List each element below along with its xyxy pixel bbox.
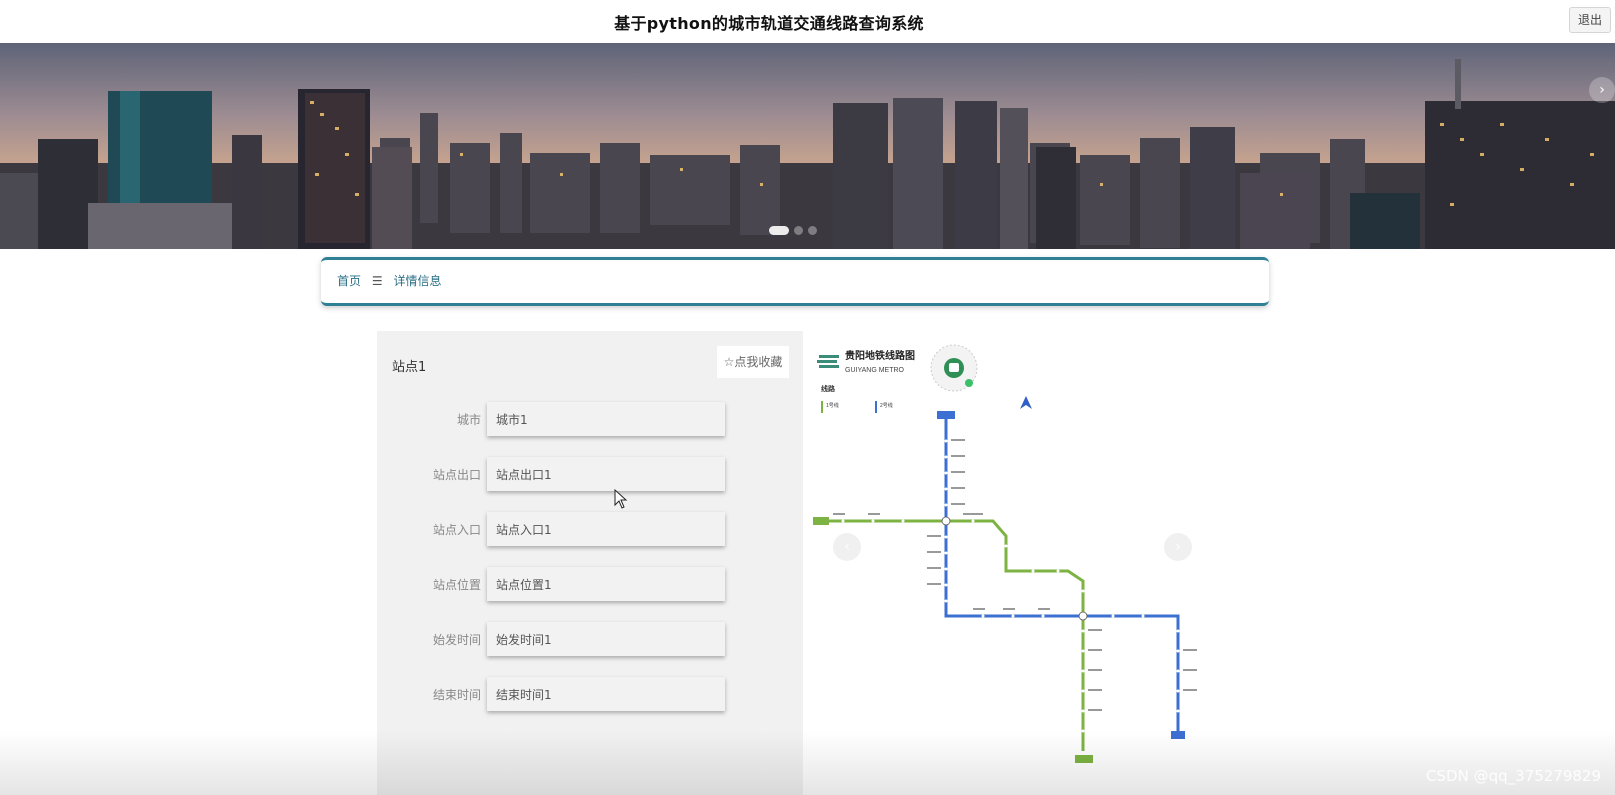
- field-label: 站点入口: [432, 523, 481, 537]
- station-detail-card: 站点1 ☆点我收藏 城市 站点出口 站点入口 站点位置 始发时间 结束时间: [377, 331, 803, 795]
- start-time-field[interactable]: [487, 622, 725, 656]
- station-location-field[interactable]: [487, 567, 725, 601]
- top-header: 基于python的城市轨道交通线路查询系统 退出: [0, 0, 1615, 43]
- field-label: 城市: [456, 413, 481, 427]
- line2-path: [944, 417, 1180, 731]
- map-section-label: 线路: [821, 384, 836, 393]
- field-label: 站点位置: [432, 578, 481, 592]
- map-prev-arrow[interactable]: ‹: [833, 533, 861, 561]
- metro-map-image: 贵阳地铁线路图 GUIYANG METRO 线路 1号线 2号线 ‹ ›: [813, 331, 1213, 795]
- line1-path: [821, 519, 1085, 751]
- map-title-cn: 贵阳地铁线路图: [845, 349, 915, 362]
- banner-dot[interactable]: [808, 226, 817, 235]
- field-label: 结束时间: [432, 688, 481, 702]
- station-exit-field[interactable]: [487, 457, 725, 491]
- city-field[interactable]: [487, 402, 725, 436]
- field-row-exit: 站点出口: [377, 457, 803, 491]
- metro-logo-icon: [817, 355, 839, 368]
- breadcrumb-current: 详情信息: [393, 274, 442, 288]
- field-row-start-time: 始发时间: [377, 622, 803, 656]
- map-next-arrow[interactable]: ›: [1164, 533, 1192, 561]
- qr-code-icon: [930, 344, 978, 392]
- banner-dot[interactable]: [794, 226, 803, 235]
- bottom-fade-overlay: [0, 730, 1615, 795]
- station-title: 站点1: [392, 360, 427, 375]
- legend-line2: 2号线: [880, 402, 893, 409]
- field-row-entrance: 站点入口: [377, 512, 803, 546]
- line1-badge: [813, 517, 829, 525]
- city-skyline-image: [0, 43, 1615, 249]
- metro-map-graphic: 贵阳地铁线路图 GUIYANG METRO 线路 1号线 2号线: [813, 344, 1197, 763]
- breadcrumb: 首页 ☰ 详情信息: [321, 257, 1269, 306]
- banner-indicators: [769, 226, 817, 235]
- field-label: 站点出口: [432, 468, 481, 482]
- map-title-en: GUIYANG METRO: [845, 367, 905, 374]
- end-time-field[interactable]: [487, 677, 725, 711]
- field-row-city: 城市: [377, 402, 803, 436]
- banner-carousel[interactable]: ›: [0, 43, 1615, 249]
- line2-badge: [937, 411, 955, 419]
- breadcrumb-home-link[interactable]: 首页: [337, 274, 361, 288]
- field-row-location: 站点位置: [377, 567, 803, 601]
- banner-next-arrow[interactable]: ›: [1589, 77, 1615, 103]
- banner-dot-active[interactable]: [769, 226, 789, 235]
- logout-button[interactable]: 退出: [1569, 7, 1611, 33]
- line1-badge-bottom: [1075, 755, 1093, 763]
- mouse-cursor-icon: [614, 489, 628, 509]
- csdn-watermark: CSDN @qq_375279829: [1426, 767, 1601, 785]
- field-label: 始发时间: [432, 633, 481, 647]
- legend-line1: 1号线: [826, 402, 839, 409]
- field-row-end-time: 结束时间: [377, 677, 803, 711]
- breadcrumb-separator-icon: ☰: [371, 273, 383, 288]
- line2-badge-bottom: [1171, 731, 1185, 739]
- station-entrance-field[interactable]: [487, 512, 725, 546]
- site-title: 基于python的城市轨道交通线路查询系统: [614, 14, 924, 33]
- north-arrow-icon: [1020, 396, 1032, 409]
- favorite-button[interactable]: ☆点我收藏: [717, 346, 789, 378]
